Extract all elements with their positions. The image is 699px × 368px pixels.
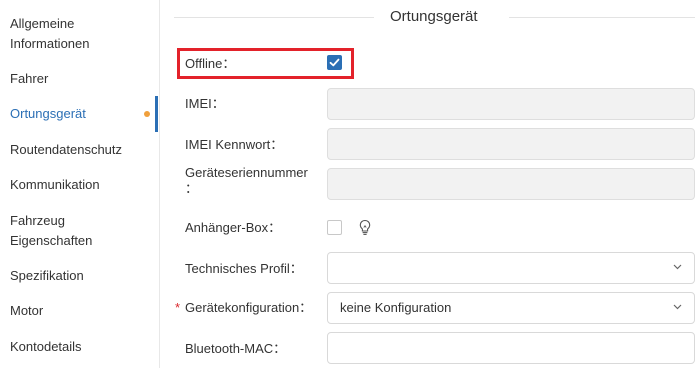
serial-number-field[interactable] <box>327 168 695 200</box>
trailer-box-label: Anhänger-Box： <box>185 220 282 235</box>
chevron-down-icon <box>673 304 682 310</box>
sidebar-item-label: Fahrer <box>10 71 49 86</box>
sidebar-item-label-line2: Informationen <box>10 36 90 51</box>
device-config-label: Gerätekonfiguration： <box>185 300 313 315</box>
sidebar-nav: Allgemeine Informationen Fahrer Ortungsg… <box>0 0 160 368</box>
sidebar-item-allgemeine-informationen[interactable]: Allgemeine Informationen <box>0 14 160 54</box>
chevron-down-icon <box>673 264 682 270</box>
section-header: Ortungsgerät <box>174 6 695 28</box>
sidebar-active-indicator <box>155 96 158 132</box>
sidebar-item-label: Motor <box>10 303 44 318</box>
required-asterisk: * <box>175 300 181 315</box>
imei-label: IMEI： <box>185 96 225 111</box>
sidebar-item-fahrer[interactable]: Fahrer <box>0 69 160 89</box>
technical-profile-select[interactable] <box>327 252 695 284</box>
sidebar-item-routendatenschutz[interactable]: Routendatenschutz <box>0 140 160 160</box>
sidebar-item-label: Routendatenschutz <box>10 142 123 157</box>
divider <box>174 17 374 18</box>
sidebar-item-label: Spezifikation <box>10 268 84 283</box>
bluetooth-mac-label: Bluetooth-MAC： <box>185 341 287 356</box>
sidebar-item-label-line2: Eigenschaften <box>10 233 93 248</box>
sidebar-item-label: Allgemeine <box>10 16 75 31</box>
imei-password-field[interactable] <box>327 128 695 160</box>
sidebar-item-label: Kontodetails <box>10 339 82 354</box>
bluetooth-mac-field[interactable] <box>327 332 695 364</box>
sidebar-item-motor[interactable]: Motor <box>0 301 160 321</box>
sidebar-item-spezifikation[interactable]: Spezifikation <box>0 266 160 286</box>
lightbulb-icon[interactable] <box>358 219 372 236</box>
technical-profile-label: Technisches Profil： <box>185 261 303 276</box>
imei-password-label: IMEI Kennwort： <box>185 137 284 152</box>
device-config-value: keine Konfiguration <box>340 300 452 315</box>
trailer-box-checkbox[interactable] <box>327 220 342 235</box>
sidebar-item-kommunikation[interactable]: Kommunikation <box>0 175 160 195</box>
sidebar-item-ortungsgeraet[interactable]: Ortungsgerät <box>0 104 160 124</box>
sidebar-item-label: Kommunikation <box>10 177 100 192</box>
sidebar-item-kontodetails[interactable]: Kontodetails <box>0 337 160 357</box>
sidebar-item-fahrzeug-eigenschaften[interactable]: Fahrzeug Eigenschaften <box>0 211 160 251</box>
serial-number-label-colon: ： <box>185 181 199 196</box>
device-config-select[interactable]: keine Konfiguration <box>327 292 695 324</box>
section-title: Ortungsgerät <box>390 8 478 25</box>
serial-number-label: Geräteseriennummer <box>185 165 308 180</box>
unsaved-dot-indicator <box>144 111 150 117</box>
sidebar-item-label: Ortungsgerät <box>10 106 86 121</box>
checkmark-icon <box>329 58 340 67</box>
imei-field[interactable] <box>327 88 695 120</box>
offline-label: Offline： <box>185 56 236 71</box>
divider <box>509 17 695 18</box>
offline-checkbox[interactable] <box>327 55 342 70</box>
sidebar-item-label: Fahrzeug <box>10 213 65 228</box>
